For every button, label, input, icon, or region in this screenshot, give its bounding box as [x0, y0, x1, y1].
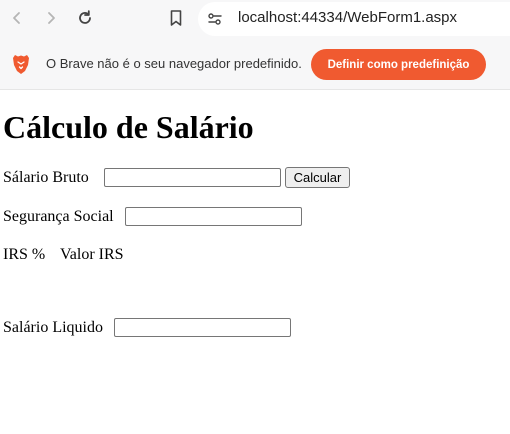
gross-salary-label: Sálario Bruto — [3, 169, 89, 186]
url-text[interactable]: localhost:44334/WebForm1.aspx — [238, 9, 457, 26]
net-salary-label: Salário Liquido — [3, 319, 103, 336]
calculate-button[interactable]: Calcular — [285, 167, 350, 188]
infobar-message: O Brave não é o seu navegador predefinid… — [46, 56, 302, 71]
forward-button[interactable] — [39, 6, 63, 30]
site-info-icon — [208, 13, 222, 25]
bookmark-icon — [170, 10, 182, 26]
page-content: Cálculo de Salário Sálario Bruto Calcula… — [0, 90, 510, 434]
social-security-label: Segurança Social — [3, 208, 114, 225]
default-browser-infobar: O Brave não é o seu navegador predefinid… — [0, 40, 510, 90]
site-info-button[interactable] — [206, 10, 224, 28]
bookmark-button[interactable] — [164, 6, 188, 30]
set-default-button[interactable]: Definir como predefinição — [311, 49, 486, 80]
browser-toolbar: localhost:44334/WebForm1.aspx — [0, 0, 510, 40]
reload-button[interactable] — [73, 6, 97, 30]
forward-arrow-icon — [48, 12, 55, 24]
net-salary-input[interactable] — [114, 318, 291, 337]
back-button[interactable] — [5, 6, 29, 30]
page-title: Cálculo de Salário — [3, 109, 254, 145]
irs-percent-label: IRS % — [3, 246, 46, 263]
back-arrow-icon — [13, 12, 20, 24]
reload-icon — [79, 10, 91, 24]
brave-lion-icon — [13, 55, 29, 74]
irs-value-label: Valor IRS — [60, 246, 124, 263]
social-security-input[interactable] — [125, 207, 302, 226]
gross-salary-input[interactable] — [104, 168, 281, 187]
